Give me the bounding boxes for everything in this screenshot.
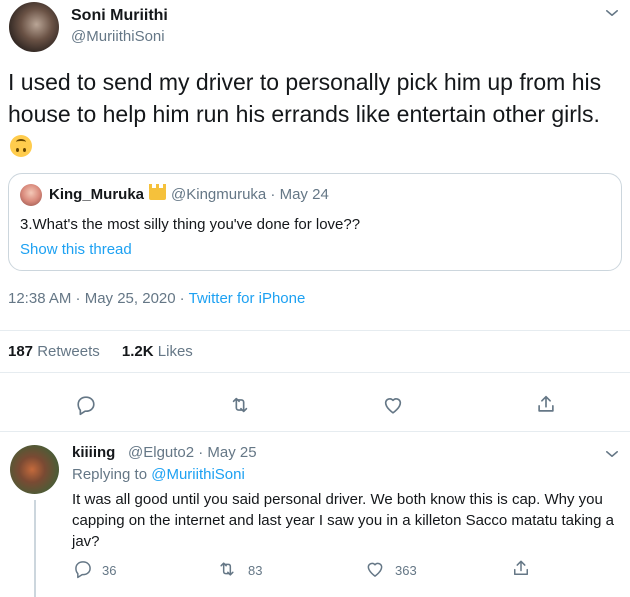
reply-icon[interactable] xyxy=(75,394,97,416)
quoted-tweet-text: 3.What's the most silly thing you've don… xyxy=(20,216,361,233)
author-avatar[interactable] xyxy=(9,2,59,52)
share-icon[interactable] xyxy=(511,558,531,578)
reply-count: 36 xyxy=(102,563,117,578)
likes-label: Likes xyxy=(157,343,193,360)
retweets-label: Retweets xyxy=(37,343,100,360)
meta-separator: · xyxy=(179,290,185,307)
upside-down-face-icon xyxy=(10,135,32,157)
show-thread-link[interactable]: Show this thread xyxy=(20,241,132,258)
tweet-meta: 12:38 AM · May 25, 2020 · Twitter for iPho… xyxy=(8,290,305,307)
like-icon[interactable] xyxy=(365,559,385,579)
divider xyxy=(0,431,630,432)
retweet-icon[interactable] xyxy=(217,559,237,579)
tweet-timestamp[interactable]: 12:38 AM · May 25, 2020 xyxy=(8,290,176,307)
reply-icon[interactable] xyxy=(73,559,93,579)
thread-line xyxy=(34,500,36,597)
main-tweet: Soni Muriithi @MuriithiSoni I used to se… xyxy=(0,0,630,432)
retweet-count: 83 xyxy=(248,563,263,578)
tweet-source-link[interactable]: Twitter for iPhone xyxy=(189,290,306,307)
quoted-author-handle: @Kingmuruka · May 24 xyxy=(171,186,329,203)
tweet-body: I used to send my driver to personally p… xyxy=(8,69,602,127)
tweet-text: I used to send my driver to personally p… xyxy=(8,66,623,162)
likes-stat[interactable]: 1.2K Likes xyxy=(122,343,193,360)
likes-count: 1.2K xyxy=(121,343,154,360)
reply-author-handle[interactable]: @Elguto2 · May 25 xyxy=(128,444,257,461)
divider xyxy=(0,330,630,331)
replying-prefix: Replying to xyxy=(72,466,148,483)
like-icon[interactable] xyxy=(382,394,404,416)
crown-icon xyxy=(149,184,166,200)
replying-to: Replying to @MuriithiSoni xyxy=(72,466,245,483)
quoted-author-name: King_Muruka xyxy=(49,186,145,203)
chevron-down-icon[interactable] xyxy=(603,445,621,463)
author-name[interactable]: Soni Muriithi xyxy=(71,7,168,25)
engagement-stats: 187 Retweets 1.2K Likes xyxy=(8,343,193,360)
reply-text: It was all good until you said personal … xyxy=(72,491,614,550)
replying-mention-link[interactable]: @MuriithiSoni xyxy=(151,466,245,483)
quoted-tweet[interactable]: King_Muruka @Kingmuruka · May 24 3.What'… xyxy=(8,173,622,271)
reply-author-avatar[interactable] xyxy=(10,445,59,494)
like-count: 363 xyxy=(395,563,417,578)
chevron-down-icon[interactable] xyxy=(603,4,621,22)
retweets-count: 187 xyxy=(8,343,34,360)
retweet-icon[interactable] xyxy=(229,394,251,416)
reply-author-name[interactable]: kiiiing xyxy=(72,444,115,461)
retweets-stat[interactable]: 187 Retweets xyxy=(8,343,100,360)
share-icon[interactable] xyxy=(535,393,557,415)
author-handle[interactable]: @MuriithiSoni xyxy=(71,28,165,45)
quoted-author-avatar xyxy=(20,184,42,206)
divider xyxy=(0,372,630,373)
